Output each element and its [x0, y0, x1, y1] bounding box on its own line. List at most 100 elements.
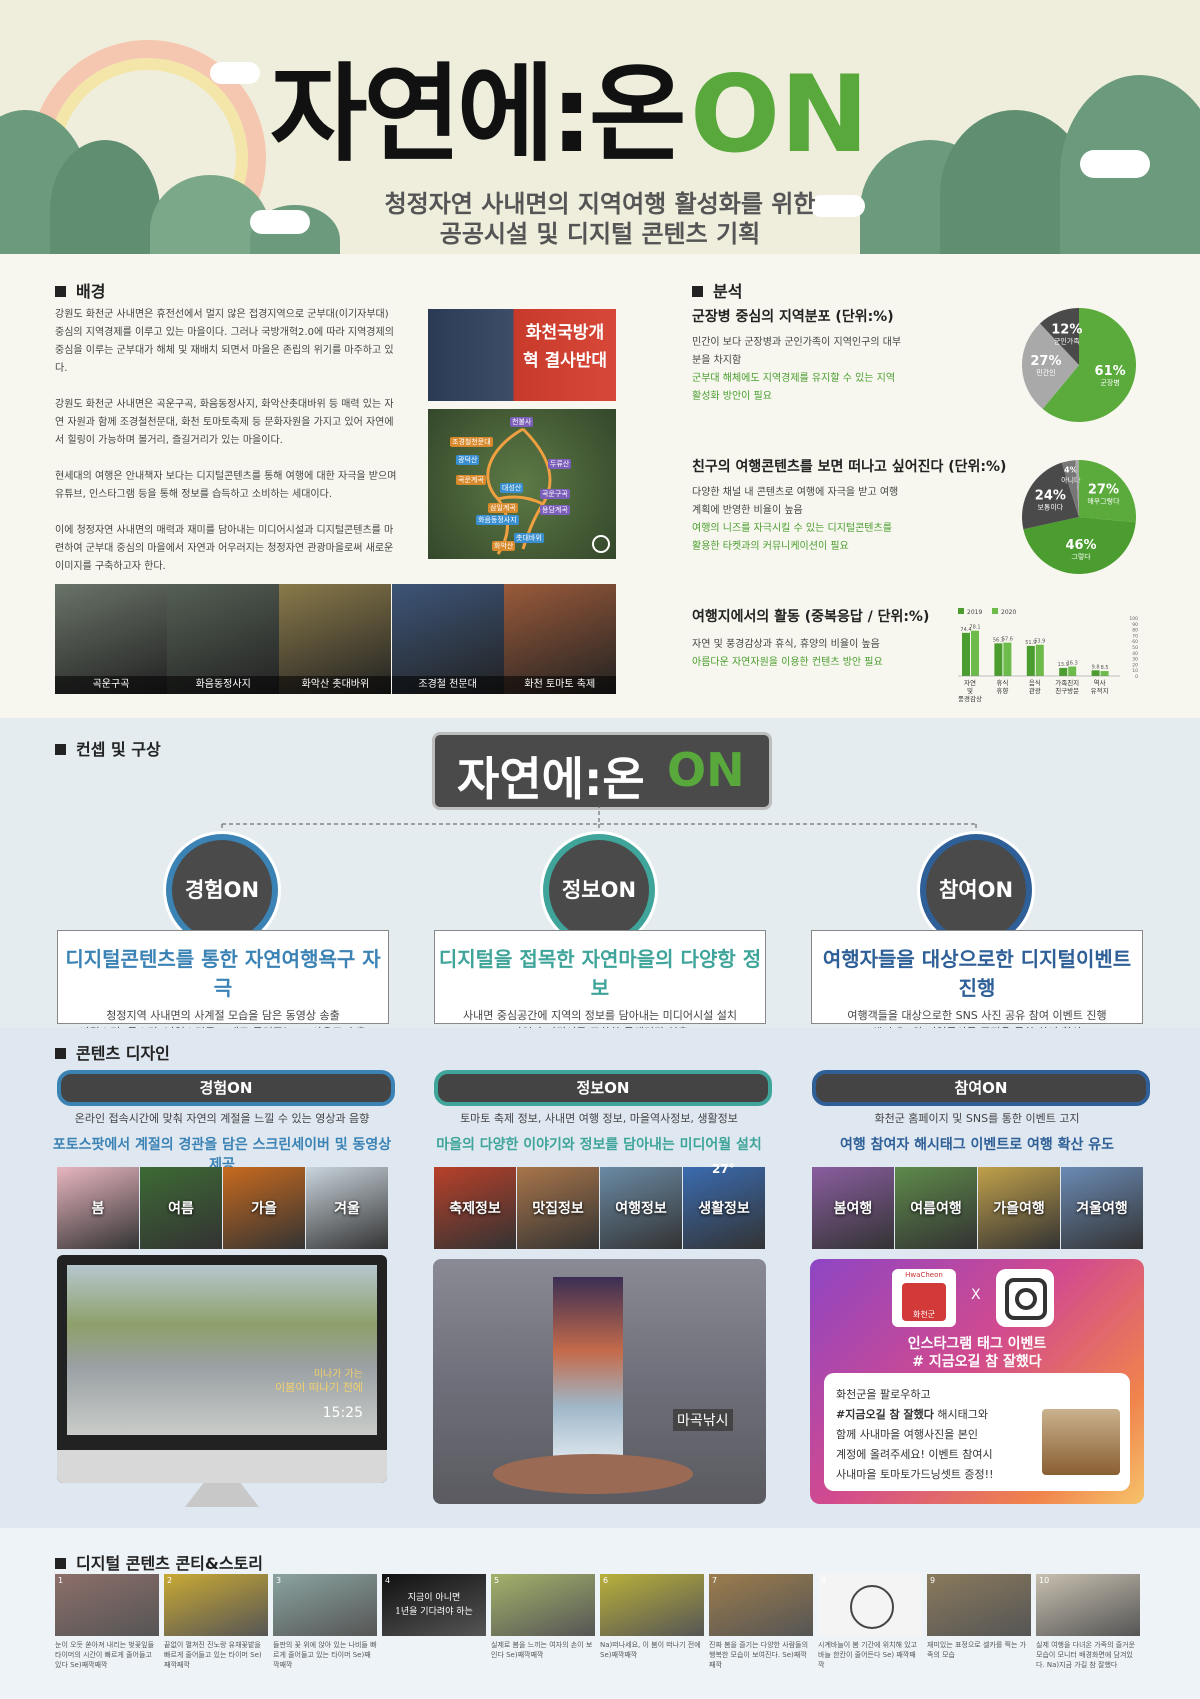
- bar: [1091, 670, 1100, 676]
- storyboard-frame-number: 4: [385, 1576, 391, 1585]
- hwacheon-sub: 화천군: [912, 1310, 936, 1319]
- monitor-video: 미나가 가는 이봄이 떠나기 전에 15:25: [67, 1265, 377, 1435]
- bar-value-label: 9.8: [1092, 664, 1100, 670]
- pie-slice-label: 보통이다: [1037, 502, 1063, 511]
- pie-slice-label: 그렇다: [1071, 552, 1091, 561]
- protest-sign: 화천국방개혁 결사반대: [522, 323, 608, 371]
- season-thumbnail: 맛집정보: [517, 1167, 599, 1249]
- pie-slice-pct: 61%: [1095, 364, 1126, 379]
- media-wall-tower: [553, 1277, 623, 1462]
- main-title-on: ON: [690, 53, 869, 176]
- map-label: 화음동정사지: [476, 515, 519, 525]
- bar: [994, 643, 1003, 676]
- season-thumbnail: 봄여행: [812, 1167, 894, 1249]
- event-line-3: 함께 사내마을 여행사진을 본인: [836, 1428, 979, 1441]
- season-thumbnail: 여름여행: [895, 1167, 977, 1249]
- x-tick-label: 음식: [1029, 678, 1041, 687]
- main-title: 자연에:온: [270, 53, 686, 176]
- concept-section: 컨셉 및 구상 자연에:온 ON 경험ON 디지털콘텐츠를 통한 자연여행욕구 자…: [0, 718, 1200, 1039]
- storyboard-caption: 실제로 봄을 느끼는 여자의 손이 보인다 Se)째깍째깍: [491, 1641, 593, 1659]
- concept-box: 디지털을 접목한 자연마을의 다양항 정보 사내면 중심공간에 지역의 정보를 담…: [434, 930, 766, 1039]
- clock-icon: [850, 1585, 894, 1629]
- concept-circle: 경험ON: [172, 840, 272, 940]
- season-thumbnail: 여행정보: [600, 1167, 682, 1249]
- y-tick-label: 90: [1132, 622, 1138, 628]
- chart2-desc: 다양한 채널 내 콘텐츠로 여행에 자극을 받고 여행계획에 반영한 비율이 높…: [692, 487, 899, 516]
- gift-basket-image: [1042, 1409, 1120, 1475]
- season-thumbnail: 겨울여행: [1061, 1167, 1143, 1249]
- season-thumbnail: 여름: [140, 1167, 222, 1249]
- monitor-text-2: 이봄이 떠나기 전에: [275, 1381, 363, 1394]
- contents-pill-3: 참여ON: [812, 1070, 1150, 1106]
- event-line-4: 계정에 올려주세요! 이벤트 참여시: [836, 1448, 993, 1461]
- media-wall-render: 마곡낚시: [433, 1259, 766, 1504]
- storyboard-caption: 시계바늘이 봄 기간에 위치해 있고 바늘 한칸이 줄어든다 Se) 째깍째깍: [818, 1641, 918, 1669]
- x-tick-label: 역사: [1094, 678, 1106, 687]
- map-labels: 천불사 조경철천문대 광덕산 두류산 곡운계곡 대성산 곡운구곡 삼일계곡 화음동정사지 용담계곡…: [428, 409, 616, 559]
- bar: [962, 632, 970, 676]
- concept-logo-text: 자연에:온: [457, 752, 645, 806]
- bar-value-label: 53.9: [1034, 639, 1045, 645]
- x-tick-label: 휴향: [996, 686, 1008, 695]
- contents-pill-2: 정보ON: [434, 1070, 772, 1106]
- pie-slice-pct: 46%: [1065, 538, 1096, 553]
- event-line-5: 사내마을 토마토가드닝셋트 증정!!: [836, 1468, 994, 1481]
- storyboard-frame-number: 10: [1039, 1576, 1050, 1585]
- contents-heading: 콘텐츠 디자인: [55, 1040, 170, 1064]
- analysis-heading: 분석: [692, 278, 742, 302]
- north-arrow-icon: [592, 535, 610, 553]
- concept-logo-on: ON: [667, 743, 745, 797]
- chart1-desc: 민간이 보다 군장병과 군인가족이 지역인구의 대부분을 차지함: [692, 337, 902, 366]
- contents-col2-line2: 마을의 다양한 이야기와 정보를 담아내는 미디어월 설치: [436, 1137, 762, 1153]
- bar: [1100, 671, 1109, 676]
- storyboard-frame: 2: [164, 1574, 268, 1636]
- x-tick-label: 가족친지: [1055, 678, 1079, 687]
- map-label: 곡운계곡: [456, 475, 486, 485]
- y-tick-label: 20: [1132, 662, 1138, 668]
- map-label: 조경철천문대: [450, 437, 493, 447]
- concept-box: 디지털콘텐츠를 통한 자연여행욕구 자극 청정지역 사내면의 사계절 모습을 담은…: [57, 930, 389, 1039]
- storyboard-frame-number: 5: [494, 1576, 500, 1585]
- y-tick-label: 30: [1132, 657, 1138, 663]
- pie-slice-label: 군장병: [1100, 378, 1119, 387]
- bar: [1068, 666, 1077, 676]
- pie-slice-label: 군인가족: [1054, 336, 1080, 345]
- background-paragraph-1: 강원도 화천군 사내면은 휴전선에서 멀지 않은 접경지역으로 군부대(이기자부…: [55, 309, 394, 374]
- storyboard-frame-number: 8: [821, 1576, 827, 1585]
- storyboard-section: 디지털 콘텐츠 콘티&스토리 1 눈이 오듯 쏟아져 내리는 벚꽃잎들 타이머의 …: [0, 1528, 1200, 1699]
- monitor-bezel: [57, 1450, 387, 1483]
- season-thumbnail: 생활정보: [683, 1167, 765, 1249]
- concept-logo-box: 자연에:온 ON: [432, 732, 772, 810]
- hwacheon-logo: HwaCheon 화천군: [892, 1269, 956, 1327]
- x-tick-label: 풍경감상: [958, 694, 982, 703]
- contents-col3-line2: 여행 참여자 해시태그 이벤트로 여행 확산 유도: [840, 1137, 1114, 1153]
- background-paragraph-2: 강원도 화천군 사내면은 곡운구곡, 화음동정사지, 화악산촛대바위 등 매력 …: [55, 399, 394, 446]
- map-label: 화악산: [492, 541, 516, 551]
- chart1-highlight: 군부대 해체에도 지역경제를 유지할 수 있는 지역활성화 방안이 필요: [692, 373, 896, 402]
- map-label: 삼일계곡: [488, 503, 518, 513]
- concept-circle: 정보ON: [549, 840, 649, 940]
- attraction-photo-caption: 화음동정사지: [167, 676, 280, 694]
- cloud-illustration: [1080, 150, 1150, 178]
- event-title-2: # 지금오길 참 잘했다: [912, 1354, 1042, 1370]
- chart1-title: 군장병 중심의 지역분포 (단위:%): [692, 309, 894, 325]
- storyboard-frame-number: 2: [167, 1576, 173, 1585]
- monitor-time: 15:25: [322, 1405, 363, 1421]
- collab-x: X: [971, 1287, 981, 1303]
- cloud-illustration: [210, 62, 260, 84]
- pie-slice-label: 매우그렇다: [1087, 497, 1120, 506]
- map-label: 광덕산: [456, 455, 480, 465]
- attraction-photo: 조경철 천문대: [391, 584, 504, 694]
- legend-swatch: [992, 608, 998, 614]
- pie-slice-pct: 4%: [1064, 465, 1078, 474]
- map-label: 천불사: [510, 417, 534, 427]
- attraction-photo-caption: 화천 토마토 축제: [503, 676, 616, 694]
- season-thumbnail: 가을: [223, 1167, 305, 1249]
- storyboard-frame-number: 6: [603, 1576, 609, 1585]
- bar: [1035, 644, 1044, 676]
- chart2-title: 친구의 여행콘텐츠를 보면 떠나고 싶어진다 (단위:%): [692, 459, 1007, 475]
- contents-col2-line1: 토마토 축제 정보, 사내면 여행 정보, 마을역사정보, 생활정보: [460, 1112, 738, 1125]
- bar-value-label: 57.6: [1002, 637, 1013, 643]
- hwacheon-brand: HwaCheon: [905, 1271, 943, 1279]
- y-tick-label: 80: [1132, 628, 1138, 634]
